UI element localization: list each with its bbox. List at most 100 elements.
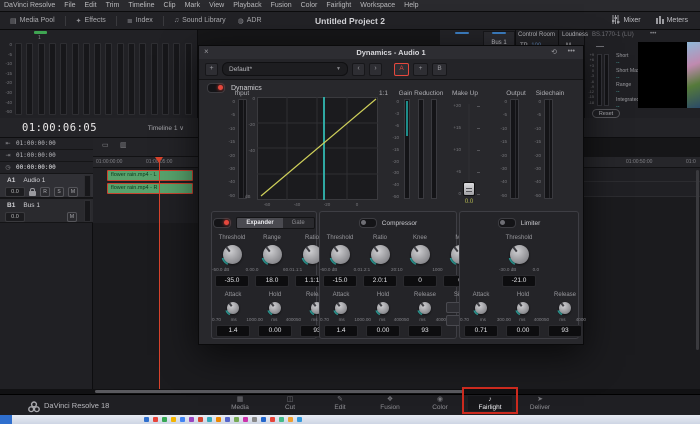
record-arm-button[interactable]: R <box>40 187 50 197</box>
compressor-ratio-value[interactable]: 2.0:1 <box>363 275 397 287</box>
toolbar-media-pool[interactable]: ▤ Media Pool <box>6 15 59 27</box>
keyboard-icon[interactable]: ▭ <box>102 141 109 149</box>
expander-attack-value[interactable]: 1.4 <box>216 325 250 337</box>
taskbar-icon[interactable] <box>252 417 257 422</box>
page-tab-cut[interactable]: ◫ Cut <box>268 396 312 411</box>
track-header-B1[interactable]: B1 Bus 1 0.0 M <box>0 199 93 223</box>
menu-help[interactable]: Help <box>404 2 418 9</box>
menu-color[interactable]: Color <box>301 2 318 9</box>
audio-clip-left[interactable]: flower rain.mp4 - L <box>107 170 193 181</box>
expander-hold-value[interactable]: 0.00 <box>258 325 292 337</box>
solo-button[interactable]: S <box>54 187 64 197</box>
mute-button[interactable]: M <box>68 187 78 197</box>
menu-playback[interactable]: Playback <box>233 2 261 9</box>
topbar-mixer-button[interactable]: Mixer <box>607 13 644 28</box>
expander-range-value[interactable]: 18.0 <box>255 275 289 287</box>
duration-icon[interactable]: ◷ <box>0 164 16 171</box>
menu-workspace[interactable]: Workspace <box>360 2 395 9</box>
taskbar-icon[interactable] <box>153 417 158 422</box>
taskbar-icon[interactable] <box>261 417 266 422</box>
taskbar-icon[interactable] <box>180 417 185 422</box>
lock-icon[interactable] <box>29 188 36 196</box>
compressor-release-knob[interactable] <box>417 300 433 316</box>
compressor-threshold-value[interactable]: -15.0 <box>323 275 357 287</box>
expander-enable-toggle[interactable] <box>213 218 232 228</box>
taskbar-icon[interactable] <box>234 417 239 422</box>
expander-threshold-value[interactable]: -35.0 <box>215 275 249 287</box>
menu-fairlight[interactable]: Fairlight <box>326 2 351 9</box>
limiter-attack-knob[interactable] <box>473 300 489 316</box>
compressor-threshold-knob[interactable] <box>328 243 352 266</box>
menu-davinci-resolve[interactable]: DaVinci Resolve <box>4 2 55 9</box>
taskbar-icon[interactable] <box>171 417 176 422</box>
v-scrollbar[interactable] <box>696 170 699 350</box>
limiter-hold-value[interactable]: 0.00 <box>506 325 540 337</box>
dynamics-enable-toggle[interactable] <box>207 83 225 93</box>
limiter-threshold-knob[interactable] <box>507 243 531 266</box>
goto-start-icon[interactable]: ⇤ <box>0 140 16 147</box>
piano-roll-icon[interactable]: ▥ <box>120 141 127 149</box>
dialog-title-bar[interactable]: × Dynamics - Audio 1 ⟲ ••• <box>199 46 583 60</box>
toolbar-index[interactable]: ≣ Index <box>123 15 157 27</box>
track-header-A1[interactable]: A1 Audio 1 0.0 R S M <box>0 174 93 198</box>
compressor-enable-toggle[interactable] <box>358 218 377 228</box>
goto-end-icon[interactable]: ⇥ <box>0 152 16 159</box>
mute-button[interactable]: M <box>67 212 77 222</box>
add-preset-button[interactable]: + <box>205 62 218 76</box>
prev-preset-button[interactable]: ‹ <box>352 62 365 76</box>
timeline-hscroll-thumb[interactable] <box>95 390 463 393</box>
page-tab-deliver[interactable]: ➤ Deliver <box>518 396 562 411</box>
limiter-release-value[interactable]: 93 <box>548 325 582 337</box>
menu-file[interactable]: File <box>64 2 75 9</box>
menu-view[interactable]: View <box>209 2 224 9</box>
compressor-attack-value[interactable]: 1.4 <box>324 325 358 337</box>
expander-attack-knob[interactable] <box>225 300 241 316</box>
expander-range-knob[interactable] <box>260 243 284 266</box>
toolbar-sound-library[interactable]: ♫ Sound Library <box>170 15 230 26</box>
taskbar-icon[interactable] <box>225 417 230 422</box>
history-icon[interactable]: ⟲ <box>551 48 557 56</box>
toolbar-effects[interactable]: ✦ Effects <box>72 15 110 27</box>
playhead-handle[interactable] <box>155 157 163 163</box>
taskbar-icon[interactable] <box>198 417 203 422</box>
menu-trim[interactable]: Trim <box>106 2 120 9</box>
taskbar-icon[interactable] <box>297 417 302 422</box>
limiter-threshold-value[interactable]: -21.0 <box>502 275 536 287</box>
expander-threshold-knob[interactable] <box>220 243 244 266</box>
next-preset-button[interactable]: › <box>369 62 382 76</box>
track-gain-value[interactable]: 0.0 <box>5 187 25 197</box>
reset-button[interactable]: Reset <box>592 109 620 118</box>
taskbar-icon[interactable] <box>189 417 194 422</box>
menu-clip[interactable]: Clip <box>164 2 176 9</box>
compressor-ratio-knob[interactable] <box>368 243 392 266</box>
ab-copy-button[interactable]: + <box>413 62 428 76</box>
compressor-attack-knob[interactable] <box>333 300 349 316</box>
ab-compare-a-button[interactable]: A <box>394 62 409 76</box>
expander-hold-knob[interactable] <box>267 300 283 316</box>
ab-compare-b-button[interactable]: B <box>432 62 447 76</box>
taskbar-icon[interactable] <box>216 417 221 422</box>
page-tab-fusion[interactable]: ❖ Fusion <box>368 396 412 411</box>
page-tab-media[interactable]: ▦ Media <box>218 396 262 411</box>
makeup-slider-handle[interactable] <box>463 182 475 196</box>
menu-edit[interactable]: Edit <box>85 2 97 9</box>
playhead-line[interactable] <box>159 158 160 389</box>
menu-mark[interactable]: Mark <box>185 2 201 9</box>
limiter-attack-value[interactable]: 0.71 <box>464 325 498 337</box>
timeline-selector[interactable]: Timeline 1 ∨ <box>148 124 198 132</box>
topbar-meters-button[interactable]: Meters <box>651 13 692 28</box>
page-tab-color[interactable]: ◉ Color <box>418 396 462 411</box>
compressor-hold-knob[interactable] <box>375 300 391 316</box>
limiter-hold-knob[interactable] <box>515 300 531 316</box>
tab-expander[interactable]: Expander <box>237 218 283 228</box>
taskbar-icon[interactable] <box>207 417 212 422</box>
makeup-slider-track[interactable] <box>468 104 470 196</box>
taskbar-icon[interactable] <box>162 417 167 422</box>
limiter-enable-toggle[interactable] <box>497 218 516 228</box>
audio-clip-right[interactable]: flower rain.mp4 - R <box>107 183 193 194</box>
compressor-knee-value[interactable]: 0 <box>403 275 437 287</box>
taskbar-icon[interactable] <box>144 417 149 422</box>
os-taskbar[interactable] <box>0 415 700 424</box>
loudness-options-icon[interactable]: ••• <box>650 31 656 37</box>
taskbar-icon[interactable] <box>243 417 248 422</box>
